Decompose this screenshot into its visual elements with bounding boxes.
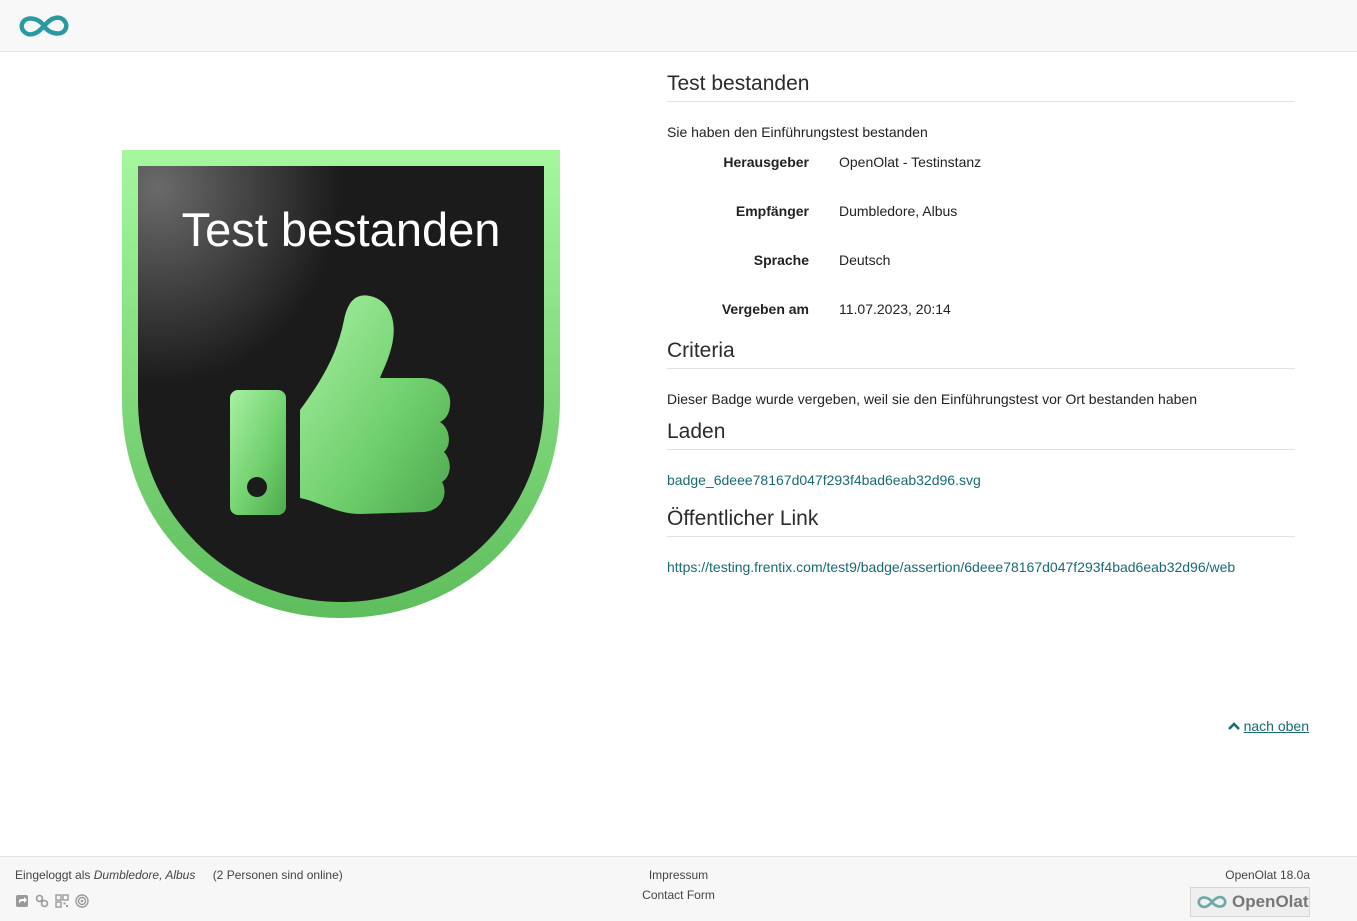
top-navbar	[0, 0, 1357, 52]
property-value: Dumbledore, Albus	[839, 203, 958, 219]
openolat-logo-icon	[1197, 895, 1227, 909]
property-value: Deutsch	[839, 252, 891, 268]
version-label: OpenOlat 18.0a	[1225, 868, 1310, 882]
chevron-up-icon	[1227, 722, 1240, 730]
property-label: Vergeben am	[721, 301, 809, 317]
property-label: Empfänger	[735, 203, 809, 219]
badge-image: Test bestanden	[122, 150, 560, 620]
back-to-top-label: nach oben	[1243, 718, 1309, 734]
badge-details: Test bestanden Sie haben den Einführungs…	[667, 72, 1295, 577]
powered-by-label: OpenOlat	[1232, 892, 1309, 911]
property-label: Sprache	[753, 252, 809, 268]
badge-image-title: Test bestanden	[181, 203, 501, 256]
powered-by-openolat[interactable]: OpenOlat	[1190, 887, 1310, 917]
property-row-issuer: Herausgeber OpenOlat - Testinstanz	[667, 154, 1295, 203]
download-title: Laden	[667, 420, 1295, 450]
property-value: 11.07.2023, 20:14	[839, 301, 951, 317]
page-title: Test bestanden	[667, 72, 1295, 102]
badge-properties: Herausgeber OpenOlat - Testinstanz Empfä…	[667, 154, 1295, 339]
badge-description: Sie haben den Einführungstest bestanden	[667, 124, 928, 140]
impressum-link[interactable]: Impressum	[649, 868, 708, 882]
contact-form-link[interactable]: Contact Form	[642, 888, 715, 902]
download-link[interactable]: badge_6deee78167d047f293f4bad6eab32d96.s…	[667, 472, 981, 488]
back-to-top-link[interactable]: nach oben	[1227, 718, 1309, 734]
property-row-language: Sprache Deutsch	[667, 252, 1295, 301]
property-row-recipient: Empfänger Dumbledore, Albus	[667, 203, 1295, 252]
public-link-title: Öffentlicher Link	[667, 507, 1295, 537]
openolat-logo-icon[interactable]	[17, 12, 71, 40]
criteria-text: Dieser Badge wurde vergeben, weil sie de…	[667, 391, 1197, 407]
property-row-issued-on: Vergeben am 11.07.2023, 20:14	[667, 301, 1295, 339]
property-label: Herausgeber	[723, 154, 809, 170]
criteria-title: Criteria	[667, 339, 1295, 369]
property-value: OpenOlat - Testinstanz	[839, 154, 982, 170]
footer: Eingeloggt als Dumbledore, Albus (2 Pers…	[0, 856, 1357, 921]
public-link[interactable]: https://testing.frentix.com/test9/badge/…	[667, 559, 1235, 575]
